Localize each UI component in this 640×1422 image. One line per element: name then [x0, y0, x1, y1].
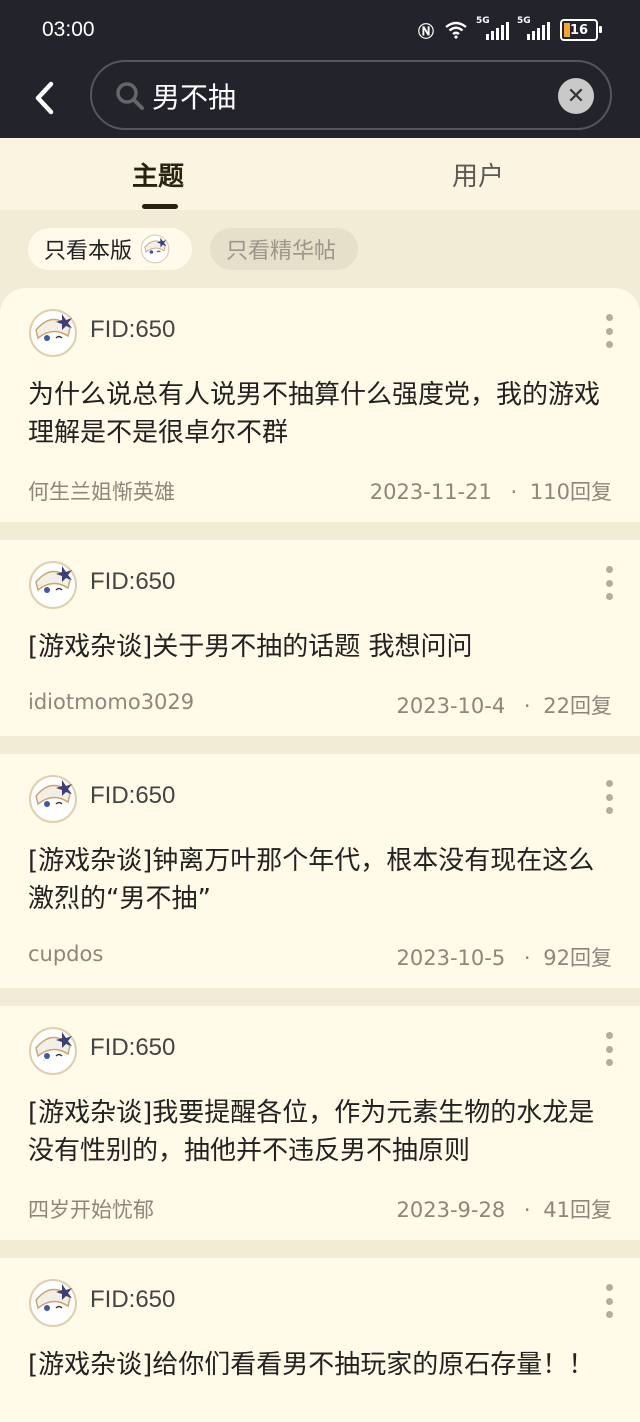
- filter-this-board[interactable]: 只看本版: [28, 228, 192, 270]
- avatar-icon: [29, 1279, 77, 1327]
- post-meta: 2023-10-4 · 22回复: [396, 694, 612, 718]
- post-date: 2023-10-4: [396, 694, 506, 718]
- post-replies: 92回复: [543, 946, 612, 970]
- more-options-icon[interactable]: [606, 1284, 614, 1318]
- battery-level: 16: [569, 22, 589, 38]
- post-author[interactable]: 四岁开始忧郁: [28, 1194, 154, 1224]
- more-options-icon[interactable]: [606, 566, 614, 600]
- post-title[interactable]: 为什么说总有人说男不抽算什么强度党，我的游戏理解是不是很卓尔不群: [28, 376, 620, 452]
- clear-button[interactable]: ✕: [558, 78, 594, 114]
- post-card[interactable]: FID:650 [游戏杂谈]给你们看看男不抽玩家的原石存量！！: [0, 1258, 640, 1422]
- forum-id: FID:650: [90, 782, 176, 809]
- post-card[interactable]: FID:650 为什么说总有人说男不抽算什么强度党，我的游戏理解是不是很卓尔不群…: [0, 288, 640, 522]
- signal-icon: 5G: [476, 16, 509, 40]
- nfc-icon: Ⓝ: [417, 22, 434, 41]
- search-input[interactable]: 男不抽 ✕: [90, 60, 612, 130]
- post-replies: 41回复: [543, 1198, 612, 1222]
- post-replies: 22回复: [543, 694, 612, 718]
- back-button[interactable]: [30, 78, 64, 118]
- avatar-icon: [29, 561, 77, 609]
- post-meta: 2023-11-21 · 110回复: [369, 480, 612, 504]
- status-bar: 03:00 Ⓝ 5G 5G 16: [0, 0, 640, 60]
- forum-id: FID:650: [90, 568, 176, 595]
- avatar-icon: [29, 775, 77, 823]
- avatar-icon: [29, 309, 77, 357]
- tab-indicator: [142, 204, 178, 209]
- status-time: 03:00: [42, 18, 95, 41]
- tab-users[interactable]: 用户: [452, 156, 504, 193]
- more-options-icon[interactable]: [606, 780, 614, 814]
- chevron-left-icon: [35, 81, 54, 115]
- post-date: 2023-10-5: [396, 946, 506, 970]
- post-card[interactable]: FID:650 [游戏杂谈]关于男不抽的话题 我想问问 idiotmomo302…: [0, 540, 640, 736]
- filter-label: 只看本版: [44, 239, 133, 264]
- search-query[interactable]: 男不抽: [152, 76, 236, 116]
- post-author[interactable]: 何生兰姐惭英雄: [28, 476, 175, 506]
- avatar-icon: [29, 1027, 77, 1075]
- post-card[interactable]: FID:650 [游戏杂谈]钟离万叶那个年代，根本没有现在这么激烈的“男不抽” …: [0, 754, 640, 988]
- post-card[interactable]: FID:650 [游戏杂谈]我要提醒各位，作为元素生物的水龙是没有性别的，抽他并…: [0, 1006, 640, 1240]
- post-replies: 110回复: [529, 480, 612, 504]
- post-author[interactable]: cupdos: [28, 942, 103, 966]
- forum-id: FID:650: [90, 1286, 176, 1313]
- status-icons: Ⓝ 5G 5G 16: [417, 16, 602, 42]
- post-title[interactable]: [游戏杂谈]给你们看看男不抽玩家的原石存量！！: [28, 1346, 620, 1384]
- tab-topics[interactable]: 主题: [132, 156, 184, 193]
- battery-icon: 16: [560, 19, 602, 41]
- post-meta: 2023-9-28 · 41回复: [396, 1198, 612, 1222]
- forum-id: FID:650: [90, 316, 176, 343]
- more-options-icon[interactable]: [606, 314, 614, 348]
- more-options-icon[interactable]: [606, 1032, 614, 1066]
- search-icon: [116, 82, 144, 110]
- filter-bar: 只看本版 只看精华帖: [0, 228, 640, 272]
- avatar-icon: [140, 234, 170, 264]
- post-date: 2023-9-28: [396, 1198, 506, 1222]
- post-date: 2023-11-21: [369, 480, 492, 504]
- post-title[interactable]: [游戏杂谈]钟离万叶那个年代，根本没有现在这么激烈的“男不抽”: [28, 842, 620, 918]
- search-header: 男不抽 ✕: [0, 60, 640, 138]
- forum-id: FID:650: [90, 1034, 176, 1061]
- post-title[interactable]: [游戏杂谈]关于男不抽的话题 我想问问: [28, 628, 620, 666]
- post-title[interactable]: [游戏杂谈]我要提醒各位，作为元素生物的水龙是没有性别的，抽他并不违反男不抽原则: [28, 1094, 620, 1170]
- post-meta: 2023-10-5 · 92回复: [396, 946, 612, 970]
- post-author[interactable]: idiotmomo3029: [28, 690, 194, 714]
- close-icon: ✕: [566, 83, 586, 109]
- tab-bar: 主题 用户: [0, 138, 640, 210]
- filter-featured[interactable]: 只看精华帖: [210, 228, 358, 270]
- signal-icon-2: 5G: [517, 16, 550, 40]
- wifi-icon: [445, 21, 467, 39]
